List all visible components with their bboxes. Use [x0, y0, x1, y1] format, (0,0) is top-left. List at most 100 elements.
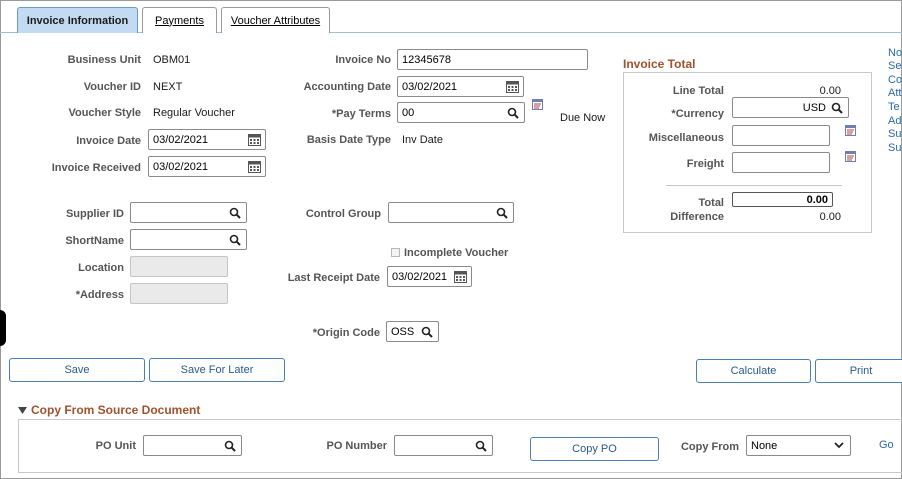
accounting-date-label: Accounting Date — [303, 81, 391, 93]
line-total-label: Line Total — [672, 85, 724, 97]
calendar-icon[interactable] — [505, 80, 519, 94]
shortname-field[interactable] — [130, 229, 247, 250]
total-value: 0.00 — [806, 193, 828, 206]
voucher-id-value: NEXT — [153, 81, 183, 93]
po-number-field[interactable] — [394, 435, 493, 456]
invoice-no-label: Invoice No — [335, 54, 391, 66]
invoice-no-value: 12345678 — [402, 53, 451, 66]
print-button[interactable]: Print — [815, 359, 902, 383]
tab-bar: Invoice Information Payments Voucher Att… — [0, 0, 902, 33]
tab-invoice-information[interactable]: Invoice Information — [17, 7, 138, 33]
search-icon[interactable] — [506, 106, 520, 120]
tab-voucher-attributes[interactable]: Voucher Attributes — [221, 7, 330, 33]
invoice-date-field[interactable]: 03/02/2021 — [148, 129, 266, 150]
origin-code-field[interactable]: OSS — [386, 321, 439, 342]
search-icon[interactable] — [228, 233, 242, 247]
side-link-8[interactable]: Su — [888, 142, 901, 155]
po-number-label: PO Number — [326, 440, 387, 452]
side-link-7[interactable]: Su — [888, 128, 901, 141]
screen-edge-marker — [0, 310, 6, 346]
side-link-6[interactable]: Ad — [888, 115, 901, 128]
supplier-id-field[interactable] — [130, 202, 247, 223]
side-link-4[interactable]: Att — [888, 87, 901, 100]
basis-date-type-value: Inv Date — [402, 134, 443, 146]
chevron-down-icon — [832, 439, 846, 453]
miscellaneous-detail-icon[interactable] — [845, 125, 856, 139]
voucher-style-label: Voucher Style — [68, 107, 141, 119]
incomplete-voucher-label: Incomplete Voucher — [404, 247, 509, 259]
location-label: Location — [78, 262, 124, 274]
collapse-triangle-icon[interactable] — [18, 406, 27, 418]
search-icon[interactable] — [420, 325, 434, 339]
last-receipt-date-label: Last Receipt Date — [287, 272, 380, 284]
calendar-icon[interactable] — [247, 160, 261, 174]
invoice-no-field[interactable]: 12345678 — [397, 49, 588, 70]
control-group-label: Control Group — [305, 208, 381, 220]
tab-label: Payments — [155, 14, 204, 27]
side-link-3[interactable]: Co — [888, 74, 902, 87]
accounting-date-value: 03/02/2021 — [402, 80, 458, 93]
address-label: *Address — [75, 289, 124, 301]
address-field — [130, 283, 228, 304]
origin-code-value: OSS — [391, 325, 415, 338]
currency-field[interactable]: USD — [732, 97, 849, 118]
calculate-button[interactable]: Calculate — [696, 359, 811, 383]
pay-terms-value: 00 — [402, 106, 415, 119]
side-link-5[interactable]: Te — [888, 101, 900, 114]
copy-from-section-title[interactable]: Copy From Source Document — [31, 403, 200, 417]
copy-from-select[interactable]: None — [746, 435, 851, 456]
freight-label: Freight — [686, 158, 724, 170]
voucher-style-value: Regular Voucher — [153, 107, 235, 119]
invoice-total-title: Invoice Total — [623, 57, 696, 71]
business-unit-label: Business Unit — [67, 54, 141, 66]
freight-field[interactable] — [732, 152, 830, 173]
side-link-2[interactable]: Se — [888, 60, 901, 73]
copy-from-label: Copy From — [680, 441, 739, 453]
last-receipt-date-field[interactable]: 03/02/2021 — [387, 266, 472, 287]
incomplete-voucher-checkbox[interactable] — [391, 248, 400, 257]
supplier-id-label: Supplier ID — [65, 208, 124, 220]
tab-label: Invoice Information — [26, 14, 129, 27]
tab-payments[interactable]: Payments — [142, 7, 217, 33]
invoice-date-value: 03/02/2021 — [153, 133, 209, 146]
location-field — [130, 256, 228, 277]
pay-terms-description: Due Now — [560, 112, 606, 124]
accounting-date-field[interactable]: 03/02/2021 — [397, 76, 524, 97]
calendar-icon[interactable] — [247, 133, 261, 147]
control-group-field[interactable] — [388, 202, 514, 223]
difference-value: 0.00 — [819, 211, 841, 223]
total-divider — [666, 185, 842, 186]
total-label: Total — [698, 197, 724, 209]
copy-po-button[interactable]: Copy PO — [530, 437, 659, 461]
invoice-received-value: 03/02/2021 — [153, 160, 209, 173]
invoice-received-field[interactable]: 03/02/2021 — [148, 156, 266, 177]
pay-terms-field[interactable]: 00 — [397, 102, 525, 123]
origin-code-label: *Origin Code — [312, 327, 380, 339]
invoice-date-label: Invoice Date — [76, 135, 141, 147]
po-unit-label: PO Unit — [95, 440, 136, 452]
shortname-label: ShortName — [65, 235, 124, 247]
save-button[interactable]: Save — [9, 358, 145, 382]
go-link[interactable]: Go — [879, 439, 894, 451]
last-receipt-date-value: 03/02/2021 — [392, 270, 448, 283]
invoice-received-label: Invoice Received — [51, 162, 141, 174]
tab-label: Voucher Attributes — [230, 14, 321, 27]
currency-label: *Currency — [671, 108, 724, 120]
search-icon[interactable] — [474, 439, 488, 453]
business-unit-value: OBM01 — [153, 54, 191, 66]
freight-detail-icon[interactable] — [845, 151, 856, 165]
search-icon[interactable] — [830, 101, 844, 115]
save-for-later-button[interactable]: Save For Later — [149, 358, 285, 382]
pay-terms-detail-icon[interactable] — [532, 99, 543, 113]
calendar-icon[interactable] — [453, 270, 467, 284]
copy-from-select-value: None — [751, 439, 778, 452]
pay-terms-label: *Pay Terms — [331, 108, 391, 120]
po-unit-field[interactable] — [143, 435, 242, 456]
line-total-value: 0.00 — [819, 85, 841, 97]
side-link-1[interactable]: No — [888, 47, 902, 60]
voucher-id-label: Voucher ID — [83, 81, 141, 93]
search-icon[interactable] — [223, 439, 237, 453]
miscellaneous-field[interactable] — [732, 125, 830, 146]
search-icon[interactable] — [228, 206, 242, 220]
search-icon[interactable] — [495, 206, 509, 220]
